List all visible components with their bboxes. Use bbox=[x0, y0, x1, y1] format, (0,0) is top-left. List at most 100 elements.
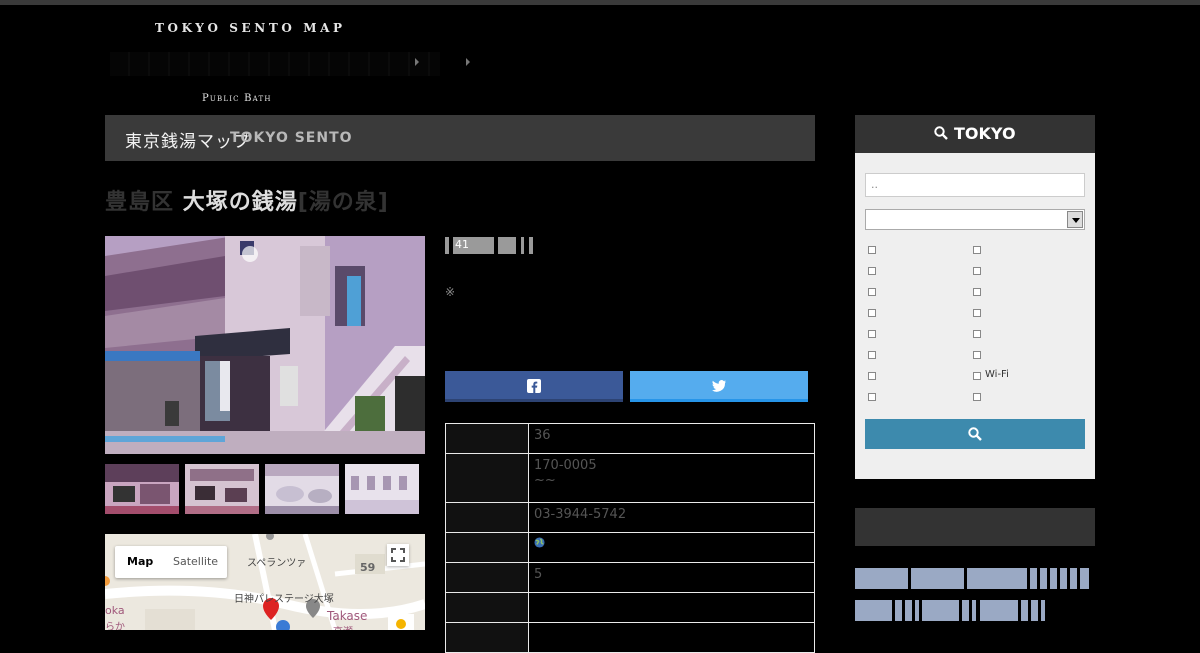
top-border bbox=[0, 0, 1200, 5]
area-tag[interactable] bbox=[1070, 568, 1077, 589]
chevron-down-icon bbox=[1067, 211, 1083, 228]
satellite-tab[interactable]: Satellite bbox=[173, 555, 218, 568]
site-logo-subtitle: Public Bath bbox=[202, 93, 272, 104]
page-title: 豊島区 大塚の銭湯[湯の泉] bbox=[105, 184, 389, 216]
filter-checkbox[interactable] bbox=[973, 309, 981, 317]
area-tag[interactable] bbox=[1030, 568, 1037, 589]
filter-checkbox[interactable] bbox=[868, 351, 876, 359]
nav-brand-link[interactable]: TOKYO SENTO bbox=[230, 130, 353, 146]
table-row: 36 bbox=[445, 423, 815, 454]
fullscreen-icon bbox=[391, 548, 405, 562]
phone-cell[interactable]: 03-3944-5742 bbox=[528, 502, 815, 533]
filter-checkbox[interactable] bbox=[973, 330, 981, 338]
sento-info-table: 36 170-0005 ~~ 03-3944-5742 5 bbox=[445, 423, 815, 653]
filter-checkbox[interactable] bbox=[973, 393, 981, 401]
table-row bbox=[445, 622, 815, 653]
area-tag[interactable] bbox=[855, 568, 908, 589]
gallery-thumb-2[interactable] bbox=[185, 464, 259, 514]
table-cell: 36 bbox=[528, 423, 815, 454]
filter-checkbox[interactable] bbox=[868, 246, 876, 254]
twitter-share-button[interactable] bbox=[630, 371, 808, 402]
gallery-thumb-1[interactable] bbox=[105, 464, 179, 514]
filter-checkbox[interactable] bbox=[868, 330, 876, 338]
area-tag[interactable] bbox=[1021, 600, 1028, 621]
sidebar-search-title: TOKYO bbox=[855, 124, 1095, 143]
address-text: ~~ bbox=[534, 473, 556, 488]
wifi-checkbox-label: Wi-Fi bbox=[985, 369, 1009, 380]
filter-checkbox[interactable] bbox=[973, 288, 981, 296]
area-tag[interactable] bbox=[895, 600, 902, 621]
title-suffix: [湯の泉] bbox=[297, 190, 389, 215]
table-cell: 5 bbox=[528, 562, 815, 593]
area-tag[interactable] bbox=[967, 568, 1027, 589]
table-row: 5 bbox=[445, 562, 815, 593]
area-tag[interactable] bbox=[1060, 568, 1067, 589]
twitter-icon bbox=[712, 380, 726, 392]
title-prefix: 豊島区 bbox=[105, 190, 175, 215]
logo-tagline bbox=[110, 52, 440, 76]
area-tag[interactable] bbox=[922, 600, 959, 621]
sento-number-badge: 41 bbox=[455, 238, 469, 251]
gallery-thumb-4[interactable] bbox=[345, 464, 419, 514]
map-place-label: 高瀬 bbox=[333, 623, 353, 630]
search-icon bbox=[934, 126, 949, 140]
sidebar-search-title-text: TOKYO bbox=[954, 124, 1016, 143]
sidebar-widget-header bbox=[855, 508, 1095, 546]
map-type-control: Map Satellite bbox=[115, 546, 227, 578]
gallery-thumb-3[interactable] bbox=[265, 464, 339, 514]
area-tag[interactable] bbox=[1050, 568, 1057, 589]
map-place-label: oka bbox=[105, 604, 125, 617]
fullscreen-button[interactable] bbox=[387, 544, 409, 566]
filter-checkbox[interactable] bbox=[973, 246, 981, 254]
filter-checkbox[interactable] bbox=[973, 351, 981, 359]
search-icon bbox=[968, 427, 982, 441]
table-row: 03-3944-5742 bbox=[445, 502, 815, 533]
table-cell bbox=[528, 622, 815, 653]
site-logo[interactable]: TOKYO SENTO MAP bbox=[155, 21, 346, 35]
wifi-checkbox[interactable] bbox=[973, 372, 981, 380]
sidebar-search-panel: .. Wi-Fi bbox=[855, 153, 1095, 479]
search-input[interactable]: .. bbox=[865, 173, 1085, 197]
area-select[interactable] bbox=[865, 209, 1085, 230]
table-row bbox=[445, 532, 815, 563]
filter-checkbox[interactable] bbox=[868, 288, 876, 296]
map-tab[interactable]: Map bbox=[127, 555, 153, 568]
filter-checkbox[interactable] bbox=[868, 372, 876, 380]
area-tag[interactable] bbox=[855, 600, 892, 621]
map-place-label: Takase bbox=[327, 609, 368, 623]
caret-right-icon bbox=[466, 58, 470, 66]
area-tag[interactable] bbox=[972, 600, 976, 621]
address-cell: 170-0005 ~~ bbox=[528, 453, 815, 503]
facebook-share-button[interactable] bbox=[445, 371, 623, 402]
area-tag[interactable] bbox=[1040, 568, 1047, 589]
area-tag[interactable] bbox=[915, 600, 919, 621]
filter-checkbox[interactable] bbox=[973, 267, 981, 275]
sidebar-search-header: TOKYO bbox=[855, 115, 1095, 153]
area-tag[interactable] bbox=[962, 600, 969, 621]
main-photo[interactable] bbox=[105, 236, 425, 454]
website-cell[interactable] bbox=[528, 532, 815, 563]
area-tag[interactable] bbox=[1080, 568, 1089, 589]
area-tag[interactable] bbox=[911, 568, 964, 589]
area-tag[interactable] bbox=[1041, 600, 1045, 621]
filter-checkbox[interactable] bbox=[868, 267, 876, 275]
map-place-label: らか bbox=[105, 622, 125, 630]
google-map[interactable]: Map Satellite スペランツァ 59 日神パレステージ大塚 Takas… bbox=[105, 534, 425, 630]
note-mark: ※ bbox=[445, 285, 456, 299]
main-nav: 東京銭湯マップ TOKYO SENTO bbox=[105, 115, 815, 161]
caret-right-icon bbox=[415, 58, 419, 66]
table-row bbox=[445, 592, 815, 623]
title-main: 大塚の銭湯 bbox=[182, 190, 298, 215]
table-cell bbox=[528, 592, 815, 623]
area-tag[interactable] bbox=[905, 600, 912, 621]
area-tag[interactable] bbox=[980, 600, 1018, 621]
filter-checkbox[interactable] bbox=[868, 393, 876, 401]
globe-icon[interactable] bbox=[534, 537, 545, 548]
facebook-icon bbox=[527, 379, 541, 393]
postal-code: 170-0005 bbox=[534, 458, 597, 473]
map-place-label: 日神パレステージ大塚 bbox=[234, 594, 334, 605]
area-tag[interactable] bbox=[1031, 600, 1038, 621]
map-route-label: 59 bbox=[360, 561, 376, 574]
filter-checkbox[interactable] bbox=[868, 309, 876, 317]
search-submit-button[interactable] bbox=[865, 419, 1085, 449]
